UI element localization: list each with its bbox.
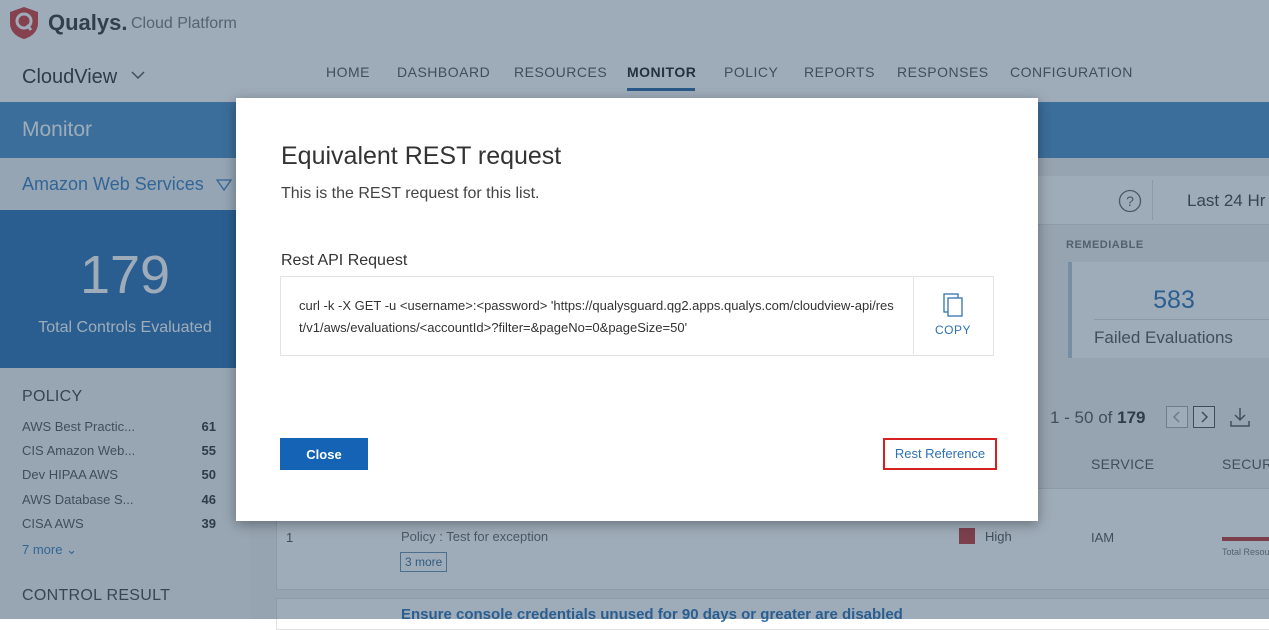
modal-subtitle: This is the REST request for this list.: [281, 185, 540, 202]
close-button[interactable]: Close: [280, 438, 368, 470]
divider: [913, 277, 914, 354]
modal-title: Equivalent REST request: [281, 142, 562, 170]
rest-request-text[interactable]: curl -k -X GET -u <username>:<password> …: [299, 295, 894, 339]
rest-api-request-label: Rest API Request: [281, 252, 408, 269]
rest-reference-link[interactable]: Rest Reference: [883, 438, 997, 470]
copy-button[interactable]: COPY: [914, 323, 992, 337]
copy-icon[interactable]: [941, 292, 965, 318]
